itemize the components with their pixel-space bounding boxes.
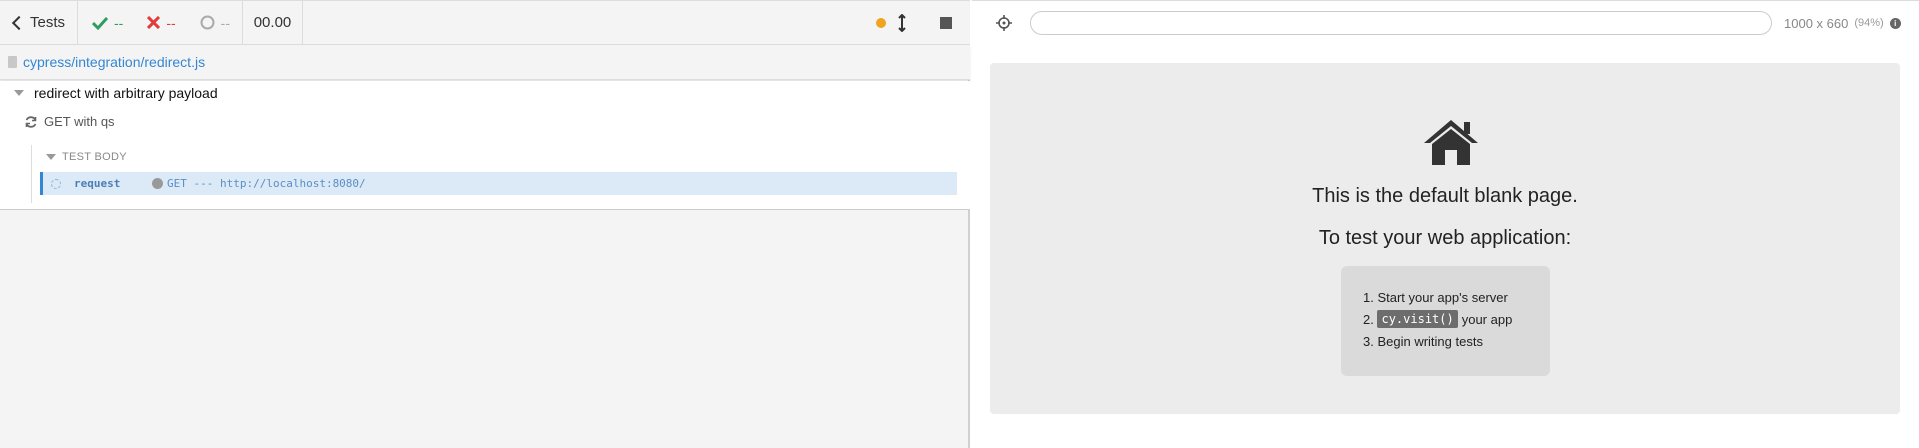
caret-down-icon [14,90,24,96]
aut-iframe: This is the default blank page. To test … [990,63,1900,414]
reporter-header: Tests -- -- -- 00.00 [0,0,970,45]
chevron-left-icon [11,15,27,30]
passed-count: -- [114,14,124,31]
failed-stat: -- [147,14,176,31]
running-indicator [876,17,886,28]
test-body-hooks: TEST BODY request GET --- http://localho… [31,145,957,203]
refresh-icon [25,115,37,128]
test-row[interactable]: GET with qs [24,114,115,129]
suite-row[interactable]: redirect with arbitrary payload [14,85,218,101]
check-icon [92,16,109,30]
arrows-vertical-icon [898,13,906,32]
steps-list: 1. Start your app's server 2. cy.visit()… [1341,266,1550,376]
test-title: GET with qs [44,114,115,129]
reporter-controls [876,1,970,44]
runnables-list: redirect with arbitrary payload GET with… [0,81,970,210]
x-icon [147,16,161,29]
tests-label: Tests [30,14,66,31]
selector-playground-button[interactable] [982,1,1026,45]
step-number: 1. [1363,289,1374,305]
list-item: 1. Start your app's server [1363,286,1550,308]
viewport-size: 1000 x 660 [1784,15,1849,31]
viewport-info[interactable]: 1000 x 660 (94%) i [1784,16,1901,31]
autoscroll-toggle[interactable] [894,13,910,33]
cypress-runner: Tests -- -- -- 00.00 cypress/integration… [0,0,1919,448]
spinner-icon [51,178,61,189]
pending-count: -- [220,14,230,31]
code-snippet: cy.visit() [1377,310,1458,328]
caret-down-icon [46,154,56,160]
circle-notch-icon [200,15,215,30]
pending-dot-icon [152,178,163,189]
tests-button[interactable]: Tests [0,1,79,44]
stop-button[interactable] [940,16,952,29]
blank-page-subtitle: To test your web application: [1318,227,1572,249]
failed-count: -- [166,14,176,31]
app-under-test-panel: 1000 x 660 (94%) i This is the default b… [972,0,1919,448]
step-text: your app [1461,311,1513,327]
crosshairs-icon [996,15,1012,31]
info-icon: i [1889,17,1901,29]
step-text: Start your app's server [1377,289,1508,305]
hook-title[interactable]: TEST BODY [46,151,127,163]
aut-header: 1000 x 660 (94%) i [972,0,1919,45]
duration: 00.00 [243,1,303,44]
step-number: 3. [1363,333,1374,349]
step-text: Begin writing tests [1377,333,1483,349]
url-input[interactable] [1030,11,1772,35]
command-message: GET --- http://localhost:8080/ [167,177,366,190]
reporter-panel: Tests -- -- -- 00.00 cypress/integration… [0,0,970,448]
home-icon [1424,120,1478,165]
hook-title-label: TEST BODY [62,151,127,163]
list-item: 3. Begin writing tests [1363,330,1550,352]
pending-stat: -- [200,15,230,31]
blank-page-title: This is the default blank page. [1312,185,1578,207]
file-icon [8,56,17,68]
stats: -- -- -- [78,1,243,44]
spec-path-link[interactable]: cypress/integration/redirect.js [23,54,205,70]
suite-title: redirect with arbitrary payload [34,85,218,101]
command-name: request [74,177,121,190]
list-item: 2. cy.visit() your app [1363,308,1550,330]
spec-file-header: cypress/integration/redirect.js [0,45,970,80]
viewport-scale: (94%) [1854,17,1884,29]
command-row[interactable]: request GET --- http://localhost:8080/ [40,172,957,195]
passed-stat: -- [92,15,123,31]
step-number: 2. [1363,311,1374,327]
